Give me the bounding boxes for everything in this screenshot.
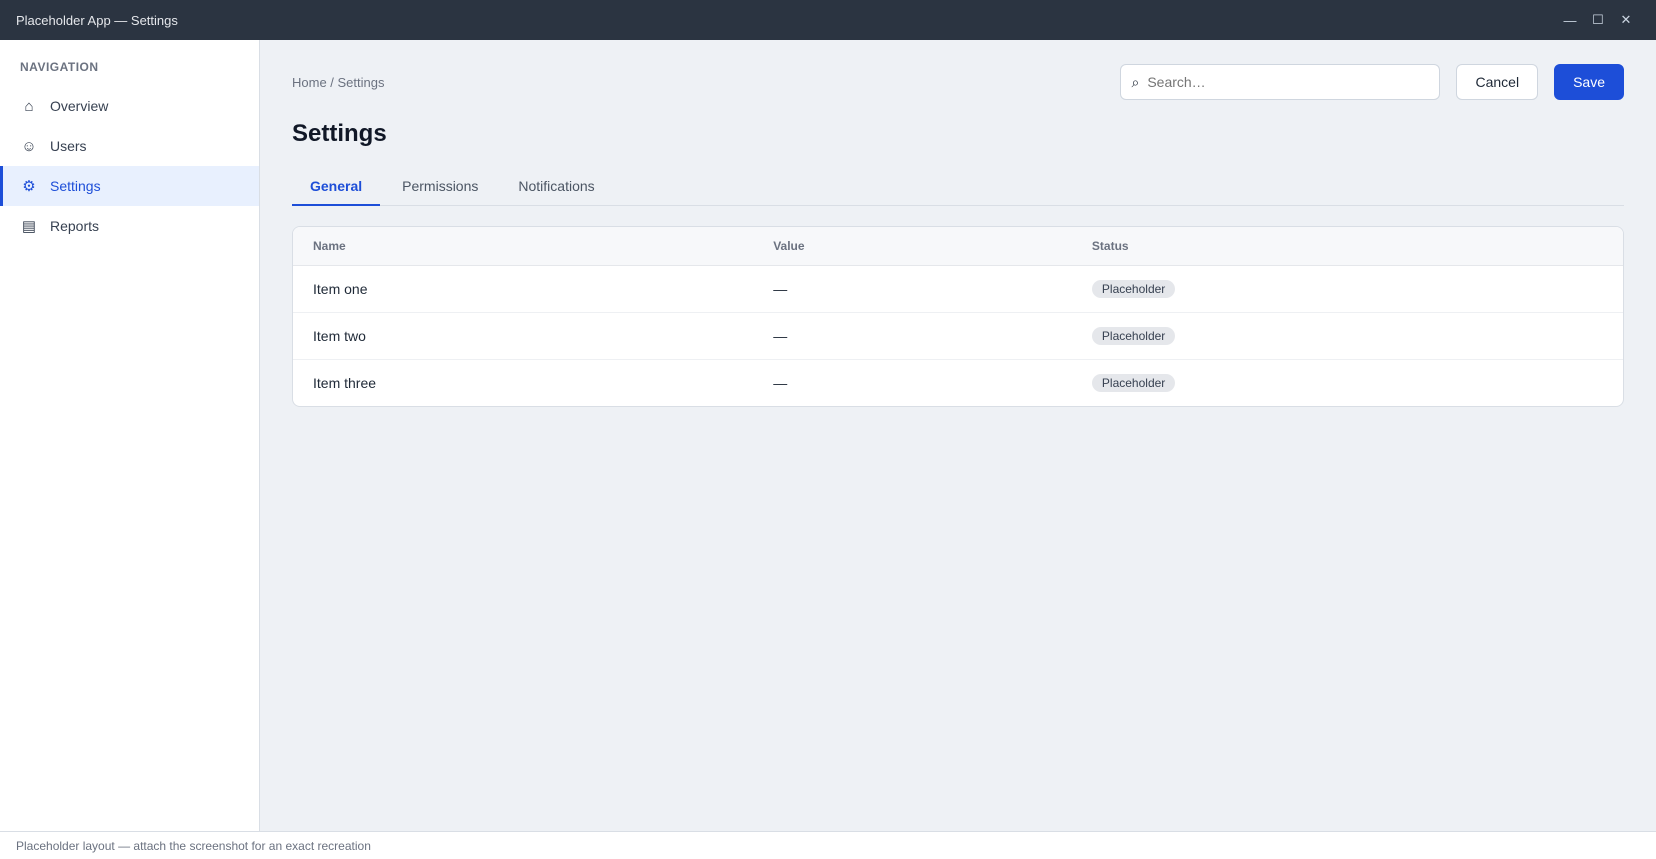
gear-icon: ⚙	[22, 178, 36, 195]
sidebar-item-label: Reports	[50, 218, 100, 234]
table-cell: Placeholder	[1072, 360, 1623, 407]
main-content: Home / Settings ⌕ Cancel Save Settings G…	[260, 40, 1656, 831]
status-text: Placeholder layout — attach the screensh…	[16, 838, 371, 853]
table-cell: Item two	[293, 312, 754, 360]
sidebar-item-label: Overview	[50, 98, 109, 114]
tab-general[interactable]: General	[292, 168, 381, 206]
table-cell: —	[753, 265, 1072, 313]
search-icon: ⌕	[1131, 73, 1140, 90]
tab-permissions[interactable]: Permissions	[384, 168, 496, 206]
users-icon: ☺	[21, 137, 37, 155]
table-cell: —	[773, 375, 788, 391]
sidebar-heading: Navigation	[20, 60, 99, 74]
table-header-row: Name Value Status	[293, 227, 1623, 266]
table-row[interactable]: Item two — Placeholder	[293, 312, 1623, 360]
chart-icon: ▤	[21, 218, 37, 235]
column-header: Value	[753, 227, 1072, 266]
minimize-button[interactable]: —	[1556, 8, 1584, 32]
app-window: Placeholder App — Settings — ☐ ✕ Navigat…	[0, 0, 1656, 859]
maximize-button[interactable]: ☐	[1584, 8, 1612, 32]
home-icon: ⌂	[24, 97, 34, 115]
sidebar-item-label: Settings	[50, 178, 101, 194]
table-cell: —	[753, 312, 1072, 360]
data-table: Name Value Status Item one — Placeholder…	[293, 227, 1623, 406]
tab-notifications[interactable]: Notifications	[500, 168, 612, 206]
data-table-card: Name Value Status Item one — Placeholder…	[292, 226, 1624, 407]
window-title: Placeholder App — Settings	[16, 12, 178, 28]
sidebar-item-users[interactable]: ☺ Users	[0, 126, 259, 166]
search-input[interactable]	[1147, 74, 1430, 90]
search-box[interactable]: ⌕	[1120, 64, 1441, 100]
table-cell: Item three	[313, 375, 377, 391]
toolbar: Home / Settings ⌕ Cancel Save	[292, 64, 1624, 100]
status-badge: Placeholder	[1091, 280, 1176, 298]
table-cell: Placeholder	[1071, 265, 1623, 313]
save-button[interactable]: Save	[1554, 64, 1624, 100]
close-button[interactable]: ✕	[1612, 8, 1640, 32]
column-header: Name	[293, 227, 754, 266]
tab-bar: General Permissions Notifications	[292, 168, 1624, 206]
column-header: Status	[1071, 227, 1623, 266]
status-badge: Placeholder	[1091, 374, 1176, 392]
sidebar-item-settings[interactable]: ⚙ Settings	[0, 166, 259, 206]
page-title: Settings	[292, 120, 387, 147]
table-row[interactable]: Item three — Placeholder	[293, 360, 1623, 407]
table-cell: Item one	[293, 265, 754, 313]
table-cell: Placeholder	[1071, 312, 1623, 360]
title-bar: Placeholder App — Settings — ☐ ✕	[0, 0, 1656, 40]
status-badge: Placeholder	[1091, 327, 1176, 345]
sidebar: Navigation ⌂ Overview ☺ Users ⚙ Settings…	[0, 40, 260, 831]
app-body: Navigation ⌂ Overview ☺ Users ⚙ Settings…	[0, 40, 1656, 831]
sidebar-item-overview[interactable]: ⌂ Overview	[0, 86, 259, 126]
cancel-button[interactable]: Cancel	[1456, 64, 1539, 100]
breadcrumb: Home / Settings	[292, 74, 385, 90]
table-row[interactable]: Item one — Placeholder	[293, 265, 1623, 313]
status-bar: Placeholder layout — attach the screensh…	[0, 831, 1656, 859]
sidebar-item-label: Users	[50, 138, 87, 154]
sidebar-item-reports[interactable]: ▤ Reports	[0, 206, 259, 246]
